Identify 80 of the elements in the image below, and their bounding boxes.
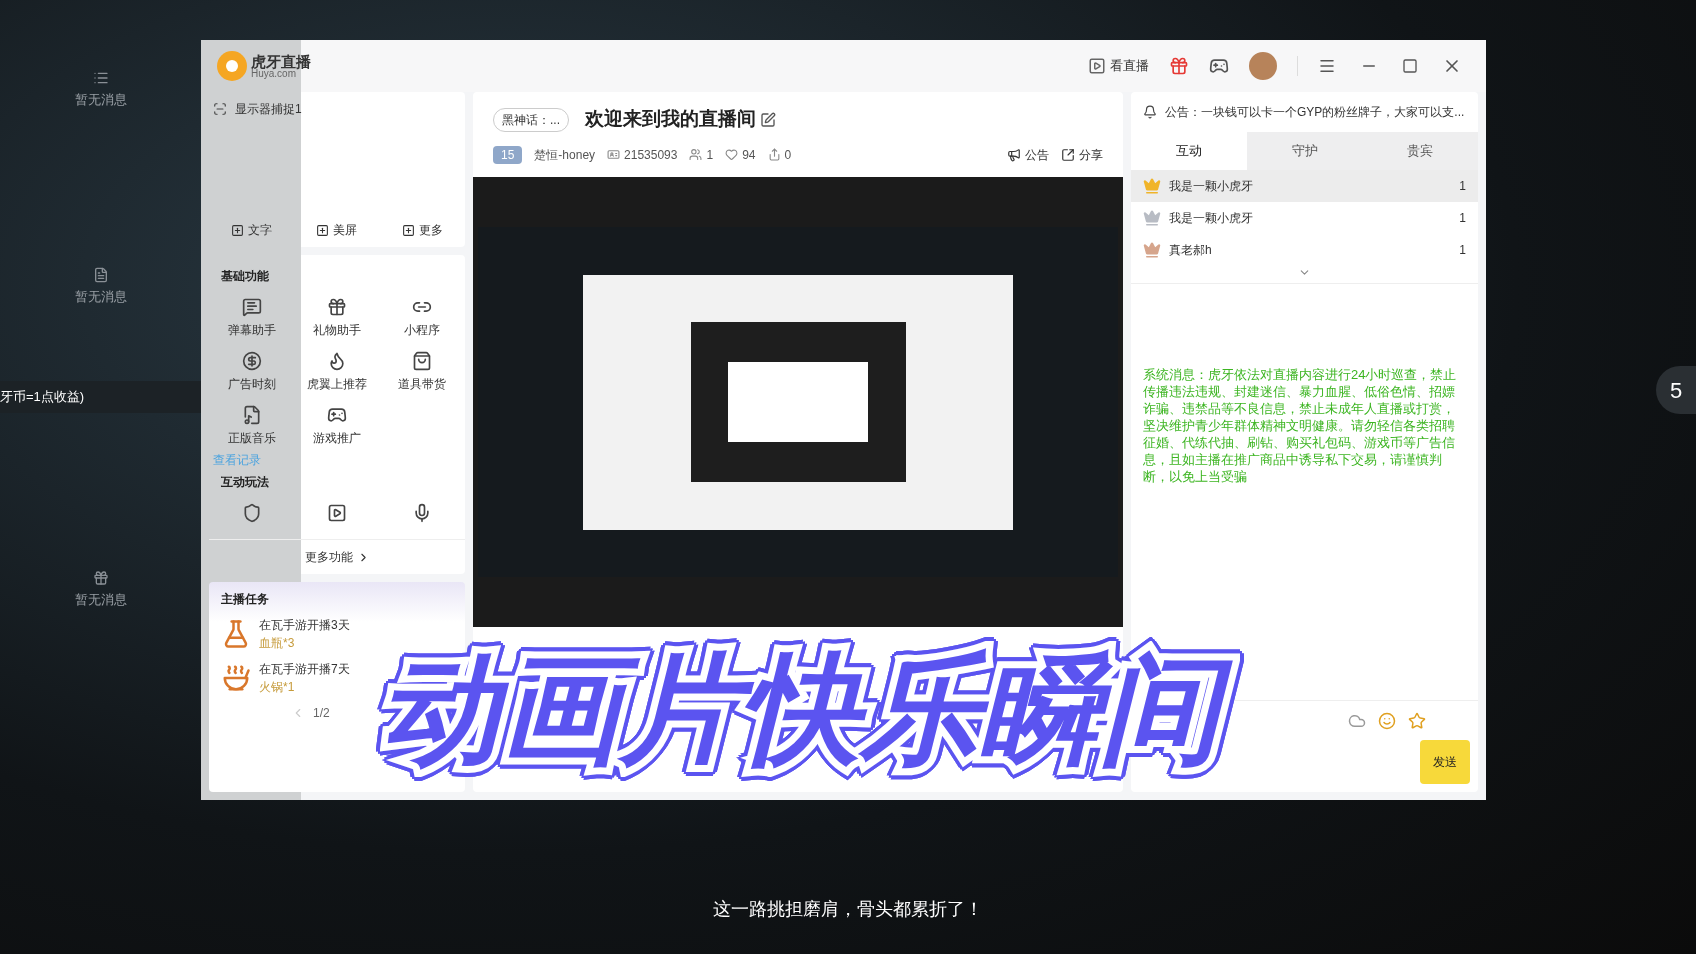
empty-notice: 暂无消息 (74, 591, 127, 610)
task-reward: 火锅*1 (259, 679, 296, 696)
room-id: 21535093 (624, 146, 678, 164)
like-count: 94 (742, 146, 756, 164)
emoji-icon[interactable] (1378, 711, 1396, 730)
video-subtitle: 这一路挑担磨肩，骨头都累折了！ (713, 897, 983, 921)
plus-icon (401, 223, 415, 237)
video-icon (327, 503, 347, 523)
section-title: 基础功能 (220, 268, 270, 285)
section-title: 互动玩法 (220, 474, 270, 491)
function-item[interactable]: 弹幕助手 (209, 297, 295, 339)
logo-text: 虎牙直播 (251, 53, 311, 69)
bag-icon (412, 351, 433, 371)
viewer-name: 我是一颗小虎牙 (1169, 210, 1253, 227)
ranking-row[interactable]: 我是一颗小虎牙 1 (1131, 202, 1478, 234)
edit-icon[interactable] (760, 111, 776, 128)
star-icon[interactable] (1408, 711, 1426, 730)
watch-live-button[interactable]: 看直播 (1088, 56, 1149, 76)
header-action-button[interactable]: 分享 (1061, 145, 1103, 164)
announcement-text: 公告：一块钱可以卡一个GYP的粉丝牌子，大家可以支... (1165, 104, 1465, 121)
section-title: 主播任务 (221, 591, 270, 608)
users-icon (689, 148, 703, 162)
capture-icon (213, 102, 227, 116)
share-icon (767, 148, 781, 162)
task-reward: 血瓶*3 (259, 635, 296, 652)
ranking-row[interactable]: 我是一颗小虎牙 1 (1131, 170, 1478, 202)
plus-icon (231, 223, 245, 237)
id-icon (607, 148, 621, 162)
add-source-button[interactable]: 文字 (231, 221, 273, 239)
streamer-name: 楚恒-honey (534, 146, 596, 164)
earnings-text: 牙币=1点收益) (0, 388, 85, 406)
panel-tab[interactable]: 互动 (1131, 132, 1247, 170)
more-functions-link[interactable]: 更多功能 (209, 539, 465, 574)
gift-icon (327, 297, 347, 317)
megaphone-icon (1007, 147, 1021, 162)
maximize-icon[interactable] (1402, 58, 1418, 74)
function-item[interactable]: 道具带货 (379, 351, 465, 393)
logo-domain: Huya.com (251, 68, 297, 79)
gift-icon[interactable] (1169, 56, 1189, 76)
heart-icon (725, 148, 739, 162)
add-source-button[interactable]: 更多 (401, 221, 443, 239)
viewer-count: 1 (706, 146, 714, 164)
function-item[interactable]: 游戏推广 (294, 405, 380, 447)
share-icon (1061, 147, 1075, 162)
stream-title: 欢迎来到我的直播间 (585, 107, 756, 132)
ranking-score: 1 (1459, 210, 1466, 227)
source-name[interactable]: 显示器捕捉1 (235, 100, 302, 118)
gamepad-icon (327, 405, 347, 425)
avatar[interactable] (1249, 52, 1277, 80)
function-item[interactable]: 广告时刻 (209, 351, 295, 393)
page-indicator: 1/2 (313, 705, 330, 722)
coin-icon (241, 351, 262, 371)
side-badge[interactable]: 5 (1656, 366, 1696, 414)
header-action-button[interactable]: 公告 (1007, 145, 1049, 164)
function-item[interactable]: 小程序 (379, 297, 465, 339)
level-badge: 15 (493, 145, 523, 164)
viewer-name: 我是一颗小虎牙 (1169, 178, 1253, 195)
menu-icon[interactable] (1318, 57, 1336, 75)
task-name: 在瓦手游开播7天 (259, 661, 350, 678)
flame-icon (327, 351, 347, 371)
pot-icon (221, 663, 251, 693)
send-button[interactable]: 发送 (1420, 740, 1470, 784)
play-icon (1088, 57, 1106, 75)
gamepad-icon[interactable] (1209, 56, 1229, 76)
function-item[interactable]: 正版音乐 (209, 405, 295, 447)
share-count: 0 (784, 146, 792, 164)
add-source-button[interactable]: 美屏 (316, 221, 358, 239)
plus-icon (316, 223, 330, 237)
empty-notice: 暂无消息 (74, 91, 127, 110)
ranking-score: 1 (1459, 178, 1466, 195)
ranking-row[interactable]: 真老郝h 1 (1131, 234, 1478, 266)
bell-icon (1143, 105, 1157, 119)
function-item[interactable]: 礼物助手 (294, 297, 380, 339)
function-item[interactable]: 虎翼上推荐 (294, 351, 380, 393)
empty-notice: 暂无消息 (74, 288, 127, 307)
message-icon (241, 297, 262, 317)
system-message: 系统消息：虎牙依法对直播内容进行24小时巡查，禁止传播违法违规、封建迷信、暴力血腥、低俗色情、招嫖诈骗、违禁品等不良信息，禁止未成年人直播或打赏，坚决维护青少年群体精神文明健康。请勿轻信各类招聘征婚、代练代抽、刷钻、购买礼包码、游戏币等广告信息，且如主播在推广商品中诱导私下交易，请谨慎判断，以免上当受骗 (1142, 366, 1458, 485)
ranking-score: 1 (1459, 242, 1466, 259)
viewer-name: 真老郝h (1169, 242, 1212, 259)
task-name: 在瓦手游开播3天 (259, 617, 350, 634)
